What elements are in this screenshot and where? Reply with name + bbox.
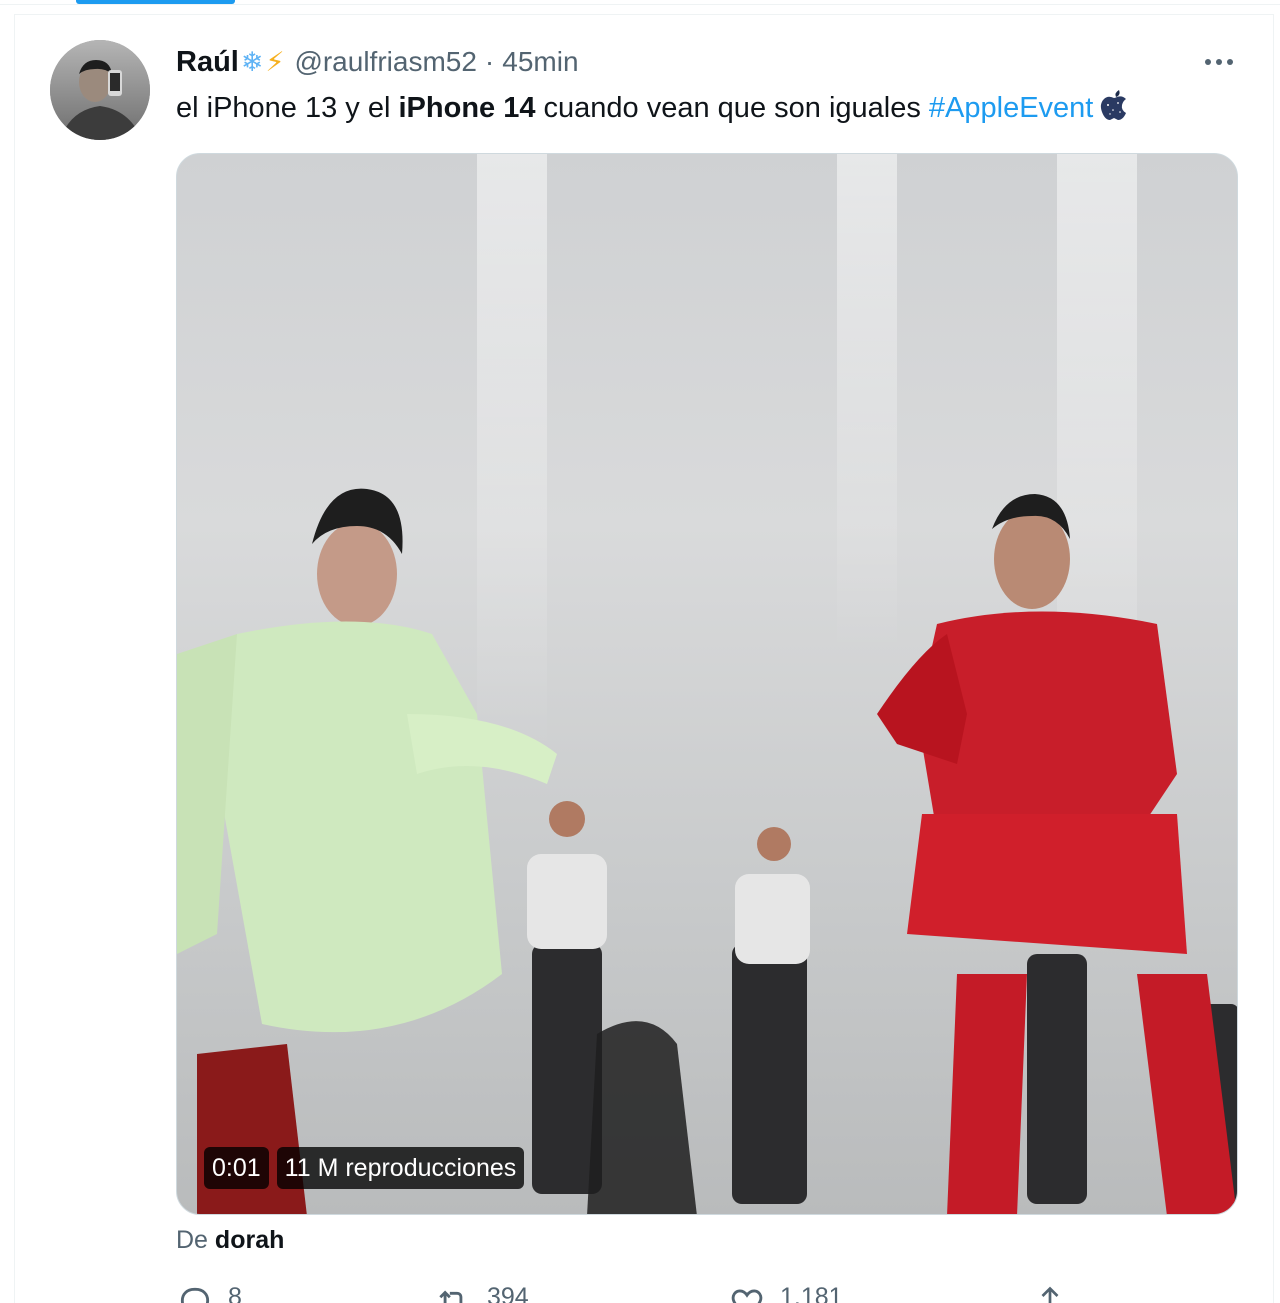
share-button[interactable] (1032, 1283, 1068, 1303)
tweet-text-bold: iPhone 14 (398, 92, 536, 124)
reply-count: 8 (228, 1283, 242, 1303)
attribution-source[interactable]: dorah (215, 1226, 284, 1254)
retweet-button[interactable]: 394 (433, 1283, 529, 1303)
apple-emoji (1099, 88, 1129, 133)
like-button[interactable]: 1.181 (728, 1283, 843, 1303)
video-attribution: De dorah (176, 1226, 284, 1255)
video-player[interactable] (176, 153, 1238, 1215)
reply-button[interactable]: 8 (176, 1283, 242, 1303)
separator-dot: · (484, 46, 495, 77)
avatar-photo (50, 40, 150, 140)
retweet-count: 394 (487, 1283, 529, 1303)
video-badge: 0:01 11 M reproducciones (204, 1147, 525, 1189)
more-button[interactable] (1196, 44, 1242, 80)
reply-icon (180, 1287, 210, 1303)
more-icon (1227, 59, 1233, 65)
like-count: 1.181 (780, 1283, 843, 1303)
video-frame (177, 154, 1237, 1214)
lightning-emoji: ⚡ (265, 46, 285, 77)
top-divider (0, 4, 1280, 5)
share-icon (1041, 1286, 1059, 1303)
video-time: 0:01 (204, 1147, 269, 1189)
display-name[interactable]: Raúl (176, 46, 239, 79)
more-icon (1205, 59, 1211, 65)
foreground-figure (587, 1021, 697, 1214)
timestamp[interactable]: 45min (502, 46, 578, 78)
snowflake-emoji: ❄ (240, 46, 264, 77)
tweet-text: el iPhone 13 y el iPhone 14 cuando vean … (176, 88, 1129, 133)
retweet-icon (439, 1290, 463, 1303)
video-views: 11 M reproducciones (276, 1147, 525, 1189)
attribution-prefix: De (176, 1226, 208, 1254)
tweet-text-part: cuando vean que son iguales (535, 92, 929, 124)
heart-icon (731, 1289, 763, 1303)
user-handle[interactable]: @raulfriasm52 (294, 46, 476, 78)
avatar[interactable] (50, 40, 150, 140)
action-bar: 8 394 1.181 (176, 1283, 1238, 1303)
tweet-text-part: el iPhone 13 y el (176, 92, 399, 124)
hashtag-link[interactable]: #AppleEvent (929, 92, 1093, 124)
page: Raúl ❄ ⚡ @raulfriasm52 · 45min el iPhone… (0, 0, 1280, 1303)
tweet-header: Raúl ❄ ⚡ @raulfriasm52 · 45min (176, 40, 579, 84)
more-icon (1216, 59, 1222, 65)
